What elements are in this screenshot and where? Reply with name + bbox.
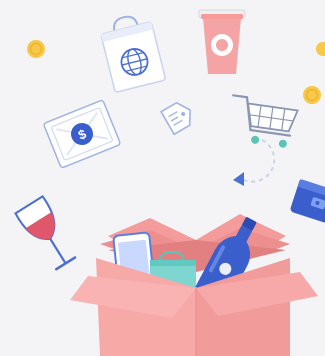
- open-box-icon: [70, 214, 318, 356]
- banknote-icon: $: [43, 99, 121, 169]
- shopping-bag-icon: [100, 15, 166, 93]
- coin-icon: [303, 86, 321, 104]
- wine-glass-icon: [14, 195, 77, 271]
- coin-icon: [27, 40, 45, 58]
- coin-icon: [316, 42, 325, 56]
- wallet-icon: [290, 179, 325, 223]
- coffee-cup-icon: [198, 9, 246, 74]
- circular-arrow-icon: [233, 139, 276, 186]
- ecommerce-illustration: $: [0, 0, 325, 356]
- price-tag-icon: [160, 101, 191, 136]
